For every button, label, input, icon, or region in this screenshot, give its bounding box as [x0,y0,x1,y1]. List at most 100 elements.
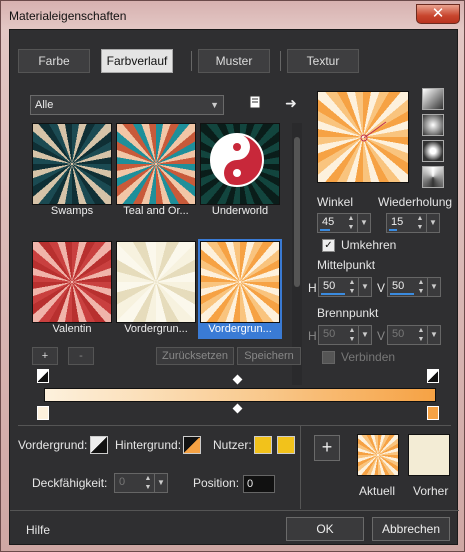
focus-h-spinbox[interactable]: 50 ▲ ▼ ▼ [318,325,372,345]
gradient-end-top-marker[interactable] [427,369,439,383]
reset-button[interactable]: Zurücksetzen [156,347,234,365]
save-button[interactable]: Speichern [237,347,301,365]
sunburst-style-button[interactable] [422,140,444,162]
chevron-down-icon[interactable]: ▼ [427,326,440,344]
spin-arrows-icon[interactable]: ▲ ▼ [415,214,425,232]
previous-preview[interactable] [408,434,450,476]
gallery-item[interactable]: Underworld [200,123,280,219]
invert-label: Umkehren [341,238,397,252]
user-color-swatch-2[interactable] [277,436,295,454]
color-stop-end[interactable] [427,406,439,420]
book-icon[interactable] [246,95,264,113]
window-title: Materialeigenschaften [9,9,127,23]
center-v-label: V [377,281,386,295]
gallery-item[interactable]: Swamps [32,123,112,219]
chevron-down-icon[interactable]: ▼ [154,474,167,492]
spin-arrows-icon[interactable]: ▲ ▼ [346,214,356,232]
gradient-thumbnail [200,241,280,323]
tab-farbverlauf[interactable]: Farbverlauf [101,49,173,73]
invert-checkbox[interactable]: ✓ [322,239,335,252]
tab-textur[interactable]: Textur [287,49,359,73]
background-swatch[interactable] [183,436,201,454]
spin-arrows-icon[interactable]: ▲ ▼ [347,278,357,296]
add-big-button[interactable]: + [314,435,340,461]
add-gradient-button[interactable]: + [32,347,58,365]
arrow-right-icon[interactable]: ➜ [282,94,300,112]
gallery-item-label: Swamps [50,205,94,217]
center-h-spinbox[interactable]: 50 ▲ ▼ ▼ [318,277,372,297]
window-frame: Materialeigenschaften ✕ Farbe Farbverlau… [0,0,465,552]
focus-label: Brennpunkt [317,306,379,320]
chevron-down-icon[interactable]: ▼ [427,278,440,296]
gallery-item[interactable]: Valentin [32,241,112,337]
chevron-down-icon[interactable]: ▼ [357,214,370,232]
color-stop-start[interactable] [37,406,49,420]
midpoint-bottom-diamond[interactable] [232,403,243,414]
background-label: Hintergrund: [115,438,182,452]
opacity-value: 0 [119,476,126,488]
user-color-swatch-1[interactable] [254,436,272,454]
focus-h-label: H [308,329,317,343]
spin-arrows-icon[interactable]: ▲ ▼ [143,474,153,492]
gradient-thumbnail [116,123,196,205]
foreground-swatch[interactable] [90,436,108,454]
remove-gradient-button[interactable]: - [68,347,94,365]
position-field[interactable]: 0 [243,475,275,493]
center-v-spinbox[interactable]: 50 ▲ ▼ ▼ [387,277,441,297]
angle-level [320,229,330,231]
dialog-client: Farbe Farbverlauf Muster Textur Alle ▼ ➜… [9,29,459,545]
linear-style-button[interactable] [422,88,444,110]
gallery-item-label: Underworld [211,205,269,217]
help-link[interactable]: Hilfe [26,523,50,537]
category-select[interactable]: Alle ▼ [30,95,224,115]
tab-separator [191,51,192,71]
gradient-gallery-section: Alle ▼ ➜ Swamps Teal and Or... Underworl… [24,85,309,385]
tab-farbe[interactable]: Farbe [18,49,90,73]
focus-v-value: 50 [392,328,405,340]
radial-style-button[interactable] [422,166,444,188]
tab-muster[interactable]: Muster [198,49,270,73]
opacity-label: Deckfähigkeit: [32,476,108,490]
center-h-level [321,293,345,295]
scrollbar-thumb[interactable] [294,137,300,287]
user-label: Nutzer: [213,438,252,452]
gallery-item[interactable]: Vordergrun... [116,241,196,337]
title-bar[interactable]: Materialeigenschaften ✕ [7,4,460,28]
repeat-level [389,229,397,231]
close-button[interactable]: ✕ [416,4,460,24]
current-preview[interactable] [357,434,399,476]
spin-arrows-icon[interactable]: ▲ ▼ [416,278,426,296]
repeat-spinbox[interactable]: 15 ▲ ▼ ▼ [386,213,440,233]
opacity-spinbox[interactable]: 0 ▲ ▼ ▼ [114,473,168,493]
center-v-level [390,293,414,295]
chevron-down-icon[interactable]: ▼ [358,326,371,344]
gallery-item-label: Valentin [52,323,92,335]
chevron-down-icon[interactable]: ▼ [426,214,439,232]
center-h-label: H [308,281,317,295]
spin-arrows-icon[interactable]: ▲ ▼ [347,326,357,344]
link-checkbox[interactable] [322,351,335,364]
gradient-bar[interactable] [44,388,436,402]
chevron-down-icon: ▼ [210,100,219,110]
center-label: Mittelpunkt [317,258,376,272]
focus-v-spinbox[interactable]: 50 ▲ ▼ ▼ [387,325,441,345]
gradient-preview[interactable] [317,91,409,183]
chevron-down-icon[interactable]: ▼ [358,278,371,296]
gradient-thumbnail [200,123,280,205]
gallery-scrollbar[interactable] [292,123,302,385]
gradient-start-top-marker[interactable] [37,369,49,383]
gallery-item-label: Vordergrun... [208,323,272,335]
angle-spinbox[interactable]: 45 ▲ ▼ ▼ [317,213,371,233]
gallery-item-selected[interactable]: Vordergrun... [198,239,282,339]
position-label: Position: [193,476,240,490]
cancel-button[interactable]: Abbrechen [372,517,450,541]
center-h-value: 50 [323,280,336,292]
current-label: Aktuell [359,484,396,498]
gradient-thumbnail [32,241,112,323]
gallery-item[interactable]: Teal and Or... [116,123,196,219]
rectangular-style-button[interactable] [422,114,444,136]
spin-arrows-icon[interactable]: ▲ ▼ [416,326,426,344]
ok-button[interactable]: OK [286,517,364,541]
divider [300,425,301,509]
previous-label: Vorher [413,484,449,498]
